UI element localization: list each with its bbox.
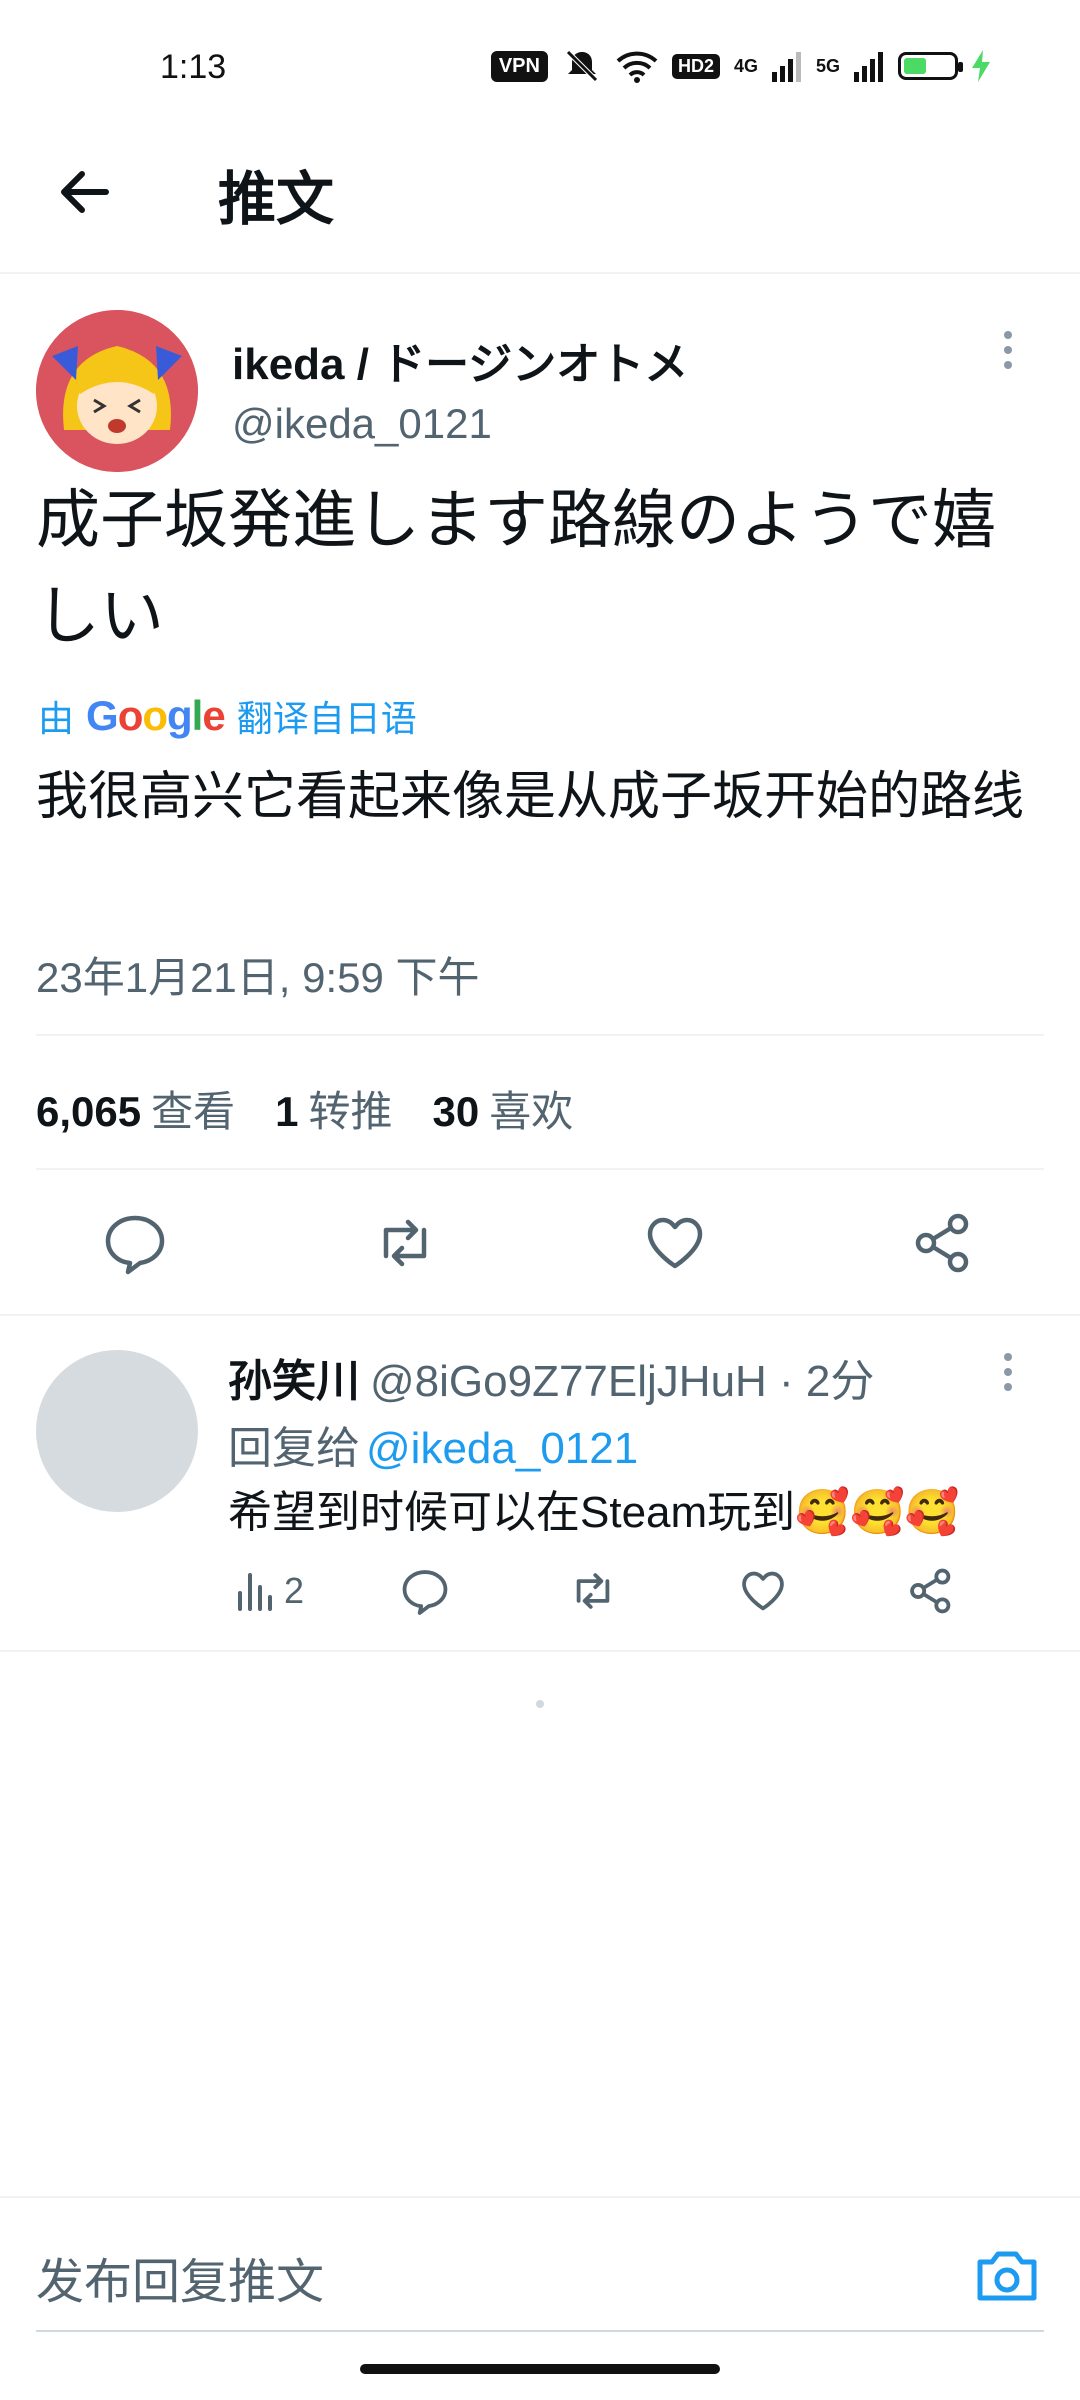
battery-fill	[904, 58, 926, 74]
retweets-stat[interactable]: 1 转推	[275, 1078, 392, 1139]
reply-author-name[interactable]: 孙笑川	[228, 1357, 360, 1406]
translate-prefix: 由	[38, 698, 75, 739]
home-indicator[interactable]	[360, 2364, 720, 2374]
wifi-icon	[616, 51, 658, 83]
share-icon[interactable]	[910, 1210, 976, 1276]
reply-header: 孙笑川 @8iGo9Z77EljJHuH · 2分	[228, 1345, 874, 1409]
reply-views[interactable]: 2	[236, 1566, 304, 1616]
tweet-stats: 6,065 查看 1 转推 30 喜欢	[36, 1078, 573, 1139]
reply-divider	[0, 1650, 1080, 1652]
author-name[interactable]: ikeda / ドージンオトメ	[232, 328, 688, 392]
reply-to-label: 回复给	[228, 1424, 360, 1473]
status-icons: VPN HD2 4G 5G	[490, 46, 990, 86]
page-title: 推文	[218, 167, 335, 232]
network-4g-label: 4G	[733, 55, 758, 76]
reply-comment-icon[interactable]	[400, 1566, 450, 1616]
signal-icon-2	[854, 52, 883, 82]
reply-icon[interactable]	[102, 1210, 168, 1276]
tweet-timestamp: 23年1月21日, 9:59 下午	[36, 954, 480, 1001]
signal-icon-1	[771, 52, 801, 82]
mute-icon	[566, 50, 598, 82]
avatar-anime-girl-icon	[36, 310, 198, 472]
analytics-icon	[238, 1573, 272, 1611]
compose-reply-input[interactable]: 发布回复推文	[36, 2242, 324, 2312]
google-logo: Google	[86, 692, 226, 739]
stats-divider-top	[36, 1034, 1044, 1036]
loading-dot	[536, 1700, 544, 1708]
battery-icon	[898, 52, 963, 80]
reply-retweet-icon[interactable]	[568, 1566, 618, 1616]
reply-like-heart-icon[interactable]	[738, 1566, 788, 1616]
reply-to-handle-link[interactable]: @ikeda_0121	[366, 1424, 638, 1473]
more-vertical-icon[interactable]	[1000, 330, 1016, 370]
author-handle[interactable]: @ikeda_0121	[232, 400, 492, 448]
reply-avatar[interactable]	[36, 1350, 198, 1512]
like-heart-icon[interactable]	[642, 1210, 708, 1276]
header-divider	[0, 272, 1080, 274]
actions-divider	[0, 1314, 1080, 1316]
reply-more-vertical-icon[interactable]	[1000, 1352, 1016, 1392]
arrow-left-icon[interactable]	[52, 160, 116, 224]
translation-attribution[interactable]: 由 Google 翻译自日语	[38, 690, 417, 742]
compose-divider-top	[0, 2196, 1080, 2198]
reply-meta: @8iGo9Z77EljJHuH · 2分	[370, 1357, 875, 1406]
vpn-badge: VPN	[490, 50, 548, 82]
network-5g-label: 5G	[815, 55, 840, 76]
reply-to-line: 回复给 @ikeda_0121	[228, 1412, 638, 1476]
hd-badge: HD2	[671, 53, 720, 79]
stats-divider-bottom	[36, 1168, 1044, 1170]
reply-text: 希望到时候可以在Steam玩到🥰🥰🥰	[228, 1488, 960, 1537]
translate-suffix: 翻译自日语	[236, 698, 417, 739]
views-stat[interactable]: 6,065 查看	[36, 1078, 235, 1139]
likes-stat[interactable]: 30 喜欢	[433, 1078, 574, 1139]
status-time: 1:13	[160, 48, 227, 86]
tweet-text: 成子坂発進します路線のようで嬉しい	[36, 484, 996, 652]
retweet-icon[interactable]	[372, 1210, 438, 1276]
camera-icon[interactable]	[972, 2240, 1042, 2310]
reply-views-count: 2	[284, 1570, 305, 1611]
reply-share-icon[interactable]	[906, 1566, 956, 1616]
charging-icon	[972, 50, 990, 82]
translated-text: 我很高兴它看起来像是从成子坂开始的路线	[36, 768, 1025, 826]
compose-underline	[36, 2330, 1044, 2332]
avatar[interactable]	[36, 310, 198, 472]
